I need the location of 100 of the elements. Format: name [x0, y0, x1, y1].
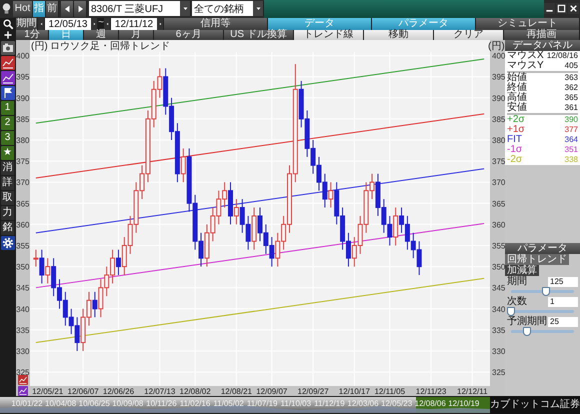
period-label: 期間 [16, 18, 38, 30]
slider-track[interactable] [511, 330, 574, 333]
date-label: 12/10/17 [338, 387, 370, 396]
chart-title: ロウソク足・回帰トレンド [50, 41, 170, 52]
panel-tab[interactable]: 信用等 [164, 18, 268, 30]
left-arrow-icon [62, 3, 72, 15]
flag-icon[interactable] [1, 86, 15, 100]
data-label: 安値 [507, 103, 527, 113]
tool-button[interactable]: クリア [434, 30, 504, 40]
axis-label: 330 [16, 346, 30, 356]
parameter-tab[interactable]: 加減算 [505, 265, 539, 276]
date-label: 12/08/06 [414, 399, 446, 408]
side-button[interactable]: 銘 [1, 221, 15, 235]
date-label: 12/12/11 [457, 387, 488, 396]
interval-tab[interactable]: US ドル換算 [224, 30, 294, 40]
date-label: 10/04/08 [45, 399, 76, 408]
side-button[interactable]: 1 [1, 101, 15, 115]
axis-label: 350 [16, 262, 30, 272]
tool-button[interactable]: 移動 [364, 30, 434, 40]
toolbar-button[interactable]: 前 [46, 1, 59, 17]
side-button[interactable]: 消 [1, 161, 15, 175]
parameter-label: 予測期間 [507, 316, 547, 326]
data-label: +1σ [507, 125, 525, 135]
side-button[interactable]: 詳 [1, 176, 15, 190]
axis-label: 355 [16, 242, 30, 250]
close-icon[interactable] [568, 3, 579, 14]
data-label: マウスX [507, 51, 544, 61]
dropdown-button[interactable] [253, 1, 264, 16]
date-label: 12/09/07 [256, 387, 288, 396]
date-label: 10/09/08 [112, 399, 144, 408]
axis-label: 365 [492, 199, 505, 208]
date-label: 12/11/23 [416, 387, 446, 396]
side-button[interactable]: 3 [1, 131, 15, 145]
date-label: 10/11/26 [146, 399, 177, 408]
previous-button[interactable] [61, 1, 74, 17]
data-value: 362 [564, 83, 578, 93]
date-label: 12/06/26 [102, 387, 134, 396]
parameter-field[interactable]: 1 [548, 296, 578, 306]
date-field[interactable]: 12/05/13 [45, 18, 91, 30]
slider-track[interactable] [511, 290, 574, 293]
line-chart-icon[interactable] [18, 386, 28, 396]
interval-tab[interactable]: 6ヶ月 [154, 30, 224, 40]
next-button[interactable] [91, 18, 98, 30]
line-chart-icon[interactable] [1, 71, 15, 85]
parameter-field[interactable]: 25 [548, 316, 578, 326]
date-label: 12/05/21 [32, 387, 64, 396]
dropdown-button[interactable] [180, 1, 191, 16]
axis-label: 390 [492, 94, 505, 103]
data-label: -2σ [507, 155, 522, 165]
axis-label: 350 [492, 262, 505, 272]
date-field[interactable]: 12/11/12 [111, 18, 157, 30]
data-value: 405 [564, 61, 578, 71]
previous-button[interactable] [104, 18, 111, 30]
date-label: 11/07/19 [246, 399, 278, 408]
data-value: 364 [564, 135, 578, 145]
minimize-icon[interactable] [544, 3, 555, 14]
axis-label: 395 [492, 72, 505, 82]
axis-label: 335 [492, 326, 505, 335]
side-button[interactable]: 2 [1, 116, 15, 130]
side-button[interactable]: 取 [1, 191, 15, 205]
date-label: 11/05/02 [213, 399, 244, 408]
line-chart-icon[interactable] [18, 375, 28, 385]
side-button[interactable]: ★ [1, 146, 15, 160]
data-label: 高値 [507, 93, 527, 103]
next-button[interactable] [74, 1, 87, 17]
data-label: マウスY [507, 61, 544, 71]
settings-icon[interactable] [1, 236, 15, 250]
date-label: 12/06/07 [68, 387, 99, 396]
toolbar-button[interactable]: Hot [13, 1, 33, 17]
maximize-icon[interactable] [556, 3, 567, 14]
list-field[interactable]: 全ての銘柄 [192, 1, 253, 16]
axis-label: 360 [16, 220, 30, 230]
slider-thumb[interactable] [507, 307, 515, 316]
panel-tab[interactable]: シミュレート [476, 18, 580, 30]
date-label: 11/10/03 [280, 399, 312, 408]
parameter-tab[interactable]: 回帰トレンド [505, 254, 569, 265]
axis-label: 345 [16, 284, 30, 293]
date-label: 12/05/23 [381, 399, 412, 408]
right-arrow-icon [92, 20, 96, 28]
parameter-field[interactable]: 125 [548, 276, 578, 286]
interval-tab[interactable]: 1分 [16, 30, 49, 40]
slider-thumb[interactable] [522, 327, 531, 336]
redraw-button[interactable]: 再描画 [504, 30, 580, 40]
slider-thumb[interactable] [542, 287, 550, 296]
axis-label: 325 [16, 368, 30, 378]
interval-tab[interactable]: 月 [119, 30, 154, 40]
side-button[interactable]: 力 [1, 206, 15, 220]
search-icon[interactable] [1, 18, 15, 30]
date-label: 11/12/19 [314, 399, 345, 408]
data-label: -1σ [507, 145, 522, 155]
symbol-field[interactable]: 8306/T 三菱UFJ [89, 1, 180, 16]
axis-label: 385 [16, 114, 30, 124]
data-label: +2σ [507, 115, 525, 125]
axis-label: 395 [16, 72, 30, 82]
camera-icon[interactable] [1, 41, 15, 55]
brand-label: カブドットコム証券 [490, 396, 580, 414]
tool-button[interactable]: トレンド線 [294, 30, 364, 40]
axis-label: 335 [16, 326, 30, 335]
interval-tab[interactable]: 週 [84, 30, 119, 40]
line-chart-icon[interactable] [1, 56, 15, 70]
